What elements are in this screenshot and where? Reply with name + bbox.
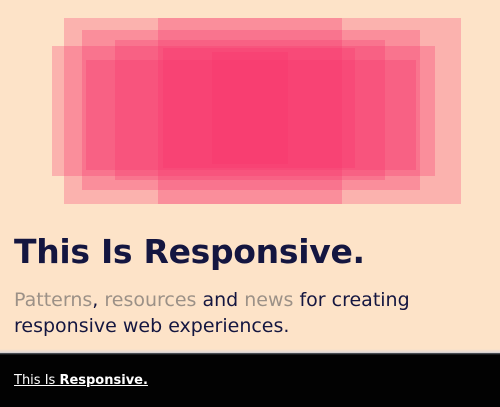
site-title-prefix: This Is xyxy=(14,372,60,388)
news-link[interactable]: news xyxy=(244,289,293,311)
resources-link[interactable]: resources xyxy=(104,289,196,311)
tagline: Patterns, resources and news for creatin… xyxy=(14,287,484,339)
tagline-and: and xyxy=(196,289,245,311)
site-title-strong: Responsive. xyxy=(59,372,148,388)
site-header-bar: This Is Responsive. xyxy=(0,349,500,407)
site-title-link[interactable]: This Is Responsive. xyxy=(14,373,148,388)
tagline-comma: , xyxy=(92,289,105,311)
logo-layer xyxy=(86,60,416,170)
page: This Is Responsive. Patterns, resources … xyxy=(0,0,500,407)
page-title: This Is Responsive. xyxy=(14,232,365,271)
responsive-logo-graphic xyxy=(0,0,500,215)
patterns-link[interactable]: Patterns xyxy=(14,289,92,311)
